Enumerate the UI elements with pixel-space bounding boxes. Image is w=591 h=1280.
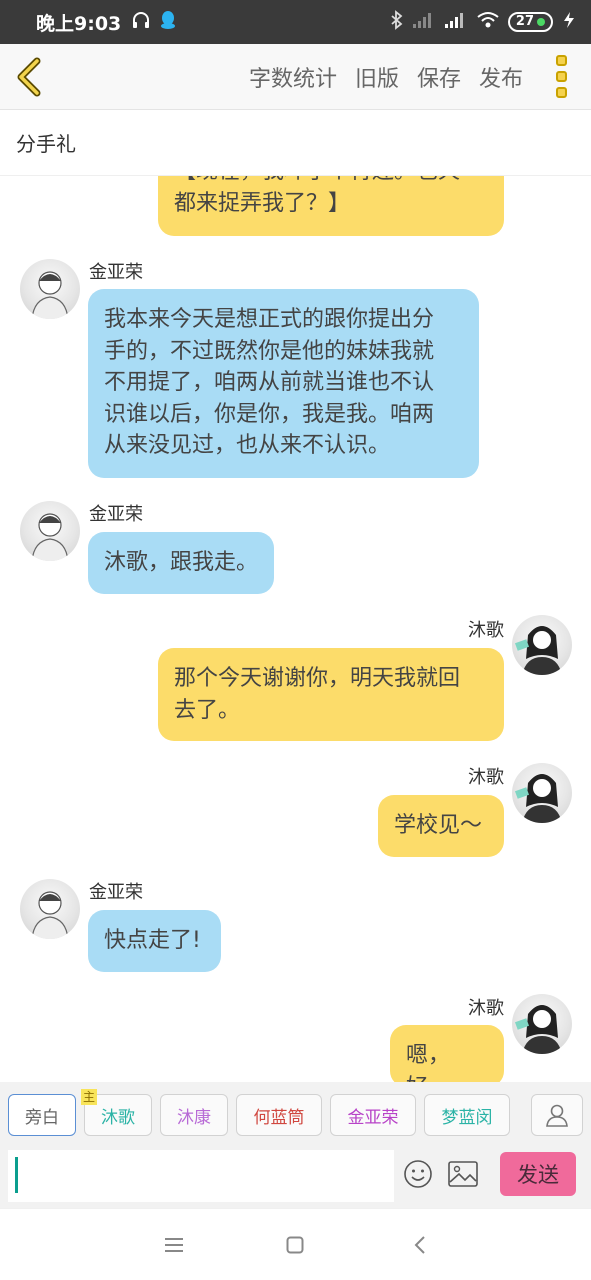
menu-nav-button[interactable] <box>154 1229 194 1261</box>
image-button[interactable] <box>447 1160 479 1188</box>
emoji-button[interactable] <box>402 1158 434 1190</box>
person-icon <box>546 1104 568 1127</box>
message-bubble[interactable]: 沐歌，跟我走。 <box>88 532 274 594</box>
qq-icon <box>159 10 177 35</box>
role-label: 沐康 <box>177 1107 211 1128</box>
speaker-name: 金亚荣 <box>89 504 143 525</box>
message-bubble[interactable]: 快点走了! <box>88 910 221 972</box>
back-arrow-icon <box>17 57 41 96</box>
speaker-name: 金亚荣 <box>89 262 143 283</box>
headphone-icon <box>131 10 151 35</box>
message-bubble[interactable]: 嗯，好。 <box>390 1025 504 1082</box>
status-bar: 晚上9:03 27 <box>0 0 591 44</box>
wifi-icon <box>476 11 500 34</box>
menu-dot-icon <box>555 55 567 66</box>
speaker-name: 沐歌 <box>468 767 504 788</box>
manage-roles-button[interactable] <box>531 1094 583 1136</box>
avatar[interactable] <box>20 501 80 561</box>
avatar[interactable] <box>20 259 80 319</box>
role-tab-mukang[interactable]: 沐康 <box>160 1094 228 1136</box>
hamburger-icon <box>165 1238 183 1252</box>
signal-icon <box>412 11 436 34</box>
more-menu-button[interactable] <box>541 44 581 110</box>
role-label: 何蓝筒 <box>253 1107 305 1128</box>
word-count-button[interactable]: 字数统计 <box>249 61 337 93</box>
avatar[interactable] <box>20 879 80 939</box>
back-button[interactable] <box>0 44 60 110</box>
story-title: 分手礼 <box>0 110 591 176</box>
image-icon <box>448 1161 478 1187</box>
role-label: 旁白 <box>25 1107 59 1128</box>
role-tab-muge[interactable]: 主 沐歌 <box>81 1089 152 1136</box>
role-tab-menglanmin[interactable]: 梦蓝闵 <box>424 1094 510 1136</box>
home-square-icon <box>286 1236 304 1254</box>
role-tab-helantong[interactable]: 何蓝筒 <box>236 1094 322 1136</box>
old-version-button[interactable]: 旧版 <box>355 61 399 93</box>
main-role-badge: 主 <box>81 1089 98 1105</box>
back-nav-button[interactable] <box>400 1229 440 1261</box>
role-label: 梦蓝闵 <box>441 1107 493 1128</box>
status-time: 晚上9:03 <box>36 12 122 35</box>
message-bubble[interactable]: 学校见～ <box>378 795 504 857</box>
back-chevron-icon <box>414 1236 425 1254</box>
signal-icon-2 <box>444 11 468 34</box>
role-tab-narrator[interactable]: 旁白 <box>8 1094 76 1136</box>
speaker-name: 沐歌 <box>468 998 504 1019</box>
battery-level: 27 <box>515 14 534 29</box>
chat-area[interactable]: 【现在，我坏了个肯连。也天 都来捉弄我了？】 金亚荣 我本来今天是想正式的跟你提… <box>0 110 591 1082</box>
menu-dot-icon <box>555 71 567 82</box>
charging-icon <box>561 11 577 34</box>
avatar[interactable] <box>512 763 572 823</box>
send-button[interactable]: 发送 <box>500 1152 576 1196</box>
text-caret <box>15 1157 18 1193</box>
menu-dot-icon <box>555 87 567 98</box>
message-bubble[interactable]: 那个今天谢谢你，明天我就回 去了。 <box>158 648 504 741</box>
bluetooth-icon <box>390 9 404 35</box>
role-label: 沐歌 <box>101 1107 135 1128</box>
role-tab-jinyarong[interactable]: 金亚荣 <box>330 1094 416 1136</box>
home-nav-button[interactable] <box>275 1229 315 1261</box>
top-toolbar: 字数统计 旧版 保存 发布 <box>0 44 591 110</box>
system-nav-bar <box>0 1208 591 1280</box>
message-bubble[interactable]: 我本来今天是想正式的跟你提出分 手的，不过既然你是他的妹妹我就 不用提了，咱两从… <box>88 289 479 478</box>
role-label: 金亚荣 <box>347 1107 399 1128</box>
role-selector-bar: 旁白 主 沐歌 沐康 何蓝筒 金亚荣 梦蓝闵 <box>0 1082 591 1148</box>
speaker-name: 金亚荣 <box>89 882 143 903</box>
message-input[interactable] <box>8 1150 394 1202</box>
avatar[interactable] <box>512 615 572 675</box>
battery-icon: 27 <box>507 12 553 32</box>
smile-icon <box>404 1160 432 1188</box>
speaker-name: 沐歌 <box>468 620 504 641</box>
publish-button[interactable]: 发布 <box>479 61 523 93</box>
save-button[interactable]: 保存 <box>417 61 461 93</box>
avatar[interactable] <box>512 994 572 1054</box>
